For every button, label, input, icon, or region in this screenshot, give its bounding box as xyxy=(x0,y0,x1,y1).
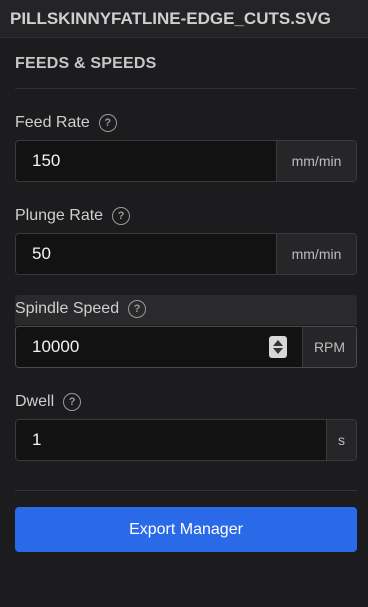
question-circle-icon[interactable]: ? xyxy=(112,207,131,225)
section-header: FEEDS & SPEEDS xyxy=(15,38,356,89)
spindle-speed-label: Spindle Speed xyxy=(15,300,120,317)
dwell-input[interactable]: 1 xyxy=(16,420,326,460)
dwell-label: Dwell xyxy=(15,393,55,410)
plunge-rate-label: Plunge Rate xyxy=(15,207,104,224)
dwell-input-group: 1 s xyxy=(15,419,357,461)
feed-rate-unit: mm/min xyxy=(276,141,356,181)
question-circle-icon[interactable]: ? xyxy=(63,393,82,411)
stepper-up-icon[interactable] xyxy=(273,340,283,346)
section-title: FEEDS & SPEEDS xyxy=(15,55,157,72)
section-divider xyxy=(15,490,357,491)
spindle-speed-field: Spindle Speed ? 10000 RPM xyxy=(15,297,357,368)
feed-rate-field: Feed Rate ? 150 mm/min xyxy=(15,111,357,182)
feed-rate-label-row: Feed Rate ? xyxy=(15,111,357,135)
plunge-rate-input[interactable]: 50 xyxy=(16,234,276,274)
plunge-rate-field: Plunge Rate ? 50 mm/min xyxy=(15,204,357,275)
spindle-speed-input[interactable]: 10000 xyxy=(16,327,269,367)
spindle-speed-input-group: 10000 RPM xyxy=(15,326,357,368)
feed-rate-input[interactable]: 150 xyxy=(16,141,276,181)
feed-rate-input-group: 150 mm/min xyxy=(15,140,357,182)
stepper-down-icon[interactable] xyxy=(273,348,283,354)
question-circle-icon[interactable]: ? xyxy=(98,114,117,132)
feed-rate-label: Feed Rate xyxy=(15,114,90,131)
plunge-rate-unit: mm/min xyxy=(276,234,356,274)
export-manager-button[interactable]: Export Manager xyxy=(15,507,357,552)
spindle-speed-label-row: Spindle Speed ? xyxy=(15,297,357,321)
spindle-speed-unit: RPM xyxy=(302,327,356,367)
number-stepper[interactable] xyxy=(269,336,287,358)
dwell-label-row: Dwell ? xyxy=(15,390,357,414)
question-circle-icon[interactable]: ? xyxy=(128,300,147,318)
file-title: PILLSKINNYFATLINE-EDGE_CUTS.SVG xyxy=(10,8,331,28)
plunge-rate-label-row: Plunge Rate ? xyxy=(15,204,357,228)
dwell-unit: s xyxy=(326,420,356,460)
dwell-field: Dwell ? 1 s xyxy=(15,390,357,461)
title-bar: PILLSKINNYFATLINE-EDGE_CUTS.SVG xyxy=(0,0,368,38)
feeds-speeds-panel: FEEDS & SPEEDS xyxy=(0,38,368,89)
plunge-rate-input-group: 50 mm/min xyxy=(15,233,357,275)
